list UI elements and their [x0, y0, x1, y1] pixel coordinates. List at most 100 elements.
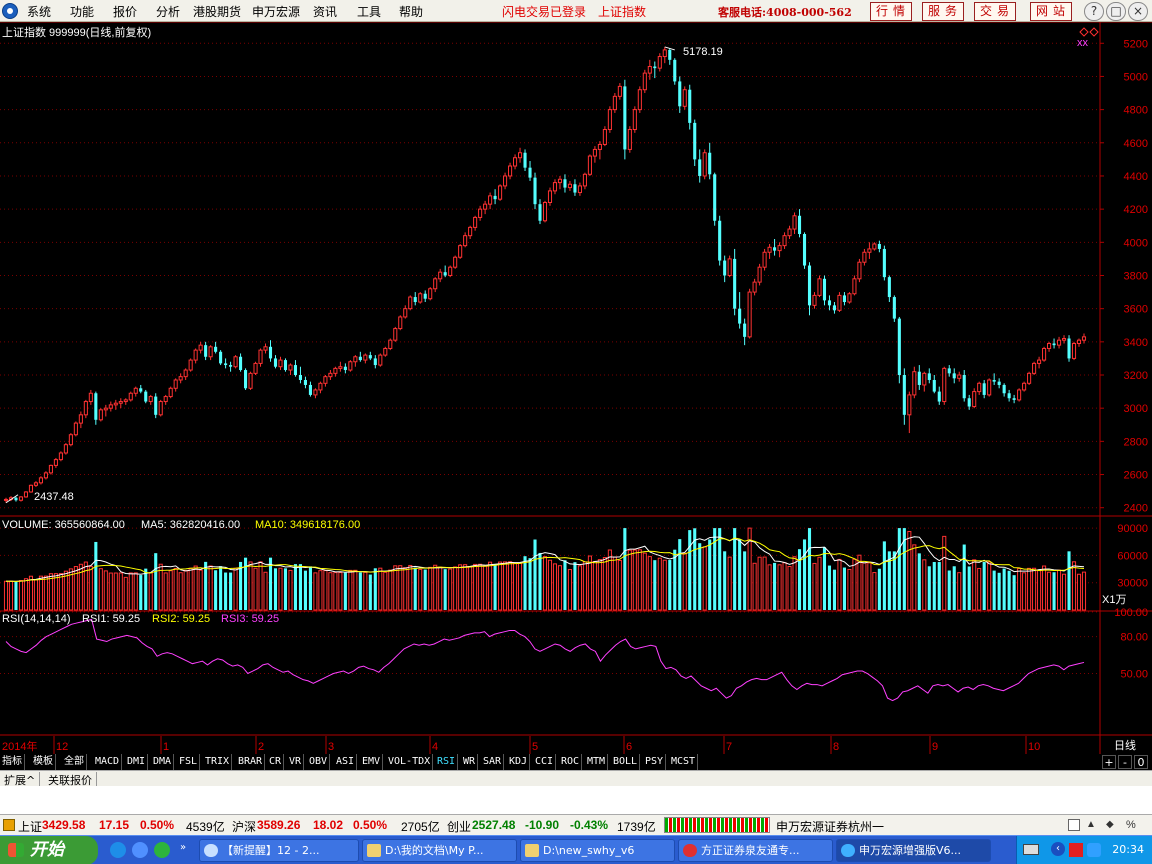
tab-vr[interactable]: VR [287, 754, 305, 770]
quicklaunch-expand-icon[interactable]: » [180, 842, 186, 853]
candle-body [538, 204, 542, 221]
tab-mcst[interactable]: MCST [669, 754, 699, 770]
reset-indicator-button[interactable]: 0 [1134, 755, 1148, 769]
volume-bar [862, 562, 867, 611]
candle-body [183, 369, 188, 378]
tab-kdj[interactable]: KDJ [507, 754, 531, 770]
tab-cci[interactable]: CCI [533, 754, 557, 770]
tab-indicators[interactable]: 指标 [0, 754, 25, 770]
menu-info[interactable]: 资讯 [313, 3, 337, 20]
current-index-notice[interactable]: 上证指数 [598, 3, 646, 20]
candle-body [782, 235, 787, 247]
menu-hk-futures[interactable]: 港股期货 [193, 3, 241, 20]
candle-body [587, 155, 592, 175]
volume-bar [657, 557, 662, 611]
taskbar-item-mydocs[interactable]: D:\我的文档\My P... [362, 839, 517, 862]
candle-body [743, 323, 747, 337]
volume-bar [552, 563, 558, 611]
tab-emv[interactable]: EMV [360, 754, 384, 770]
tab-rsi[interactable]: RSI [435, 754, 459, 770]
tab-dmi[interactable]: DMI [125, 754, 149, 770]
keyboard-icon[interactable] [1023, 844, 1039, 855]
volume-bar [523, 556, 527, 610]
volume-bar [338, 572, 343, 611]
kline-chart[interactable]: 5200 5000 4800 4600 4400 4200 4000 3800 3600 3400… [0, 22, 1152, 754]
volume-bar [623, 528, 627, 610]
candlestick-series [3, 46, 1087, 503]
tab-vol-tdx[interactable]: VOL-TDX [386, 754, 434, 770]
tab-all[interactable]: 全部 [62, 754, 87, 770]
start-button[interactable]: 开始 [0, 836, 98, 864]
candle-body [542, 202, 548, 222]
candle-body [922, 372, 927, 386]
service-button[interactable]: 服务 [922, 2, 964, 21]
add-indicator-button[interactable]: + [1102, 755, 1116, 769]
trade-button[interactable]: 交易 [974, 2, 1016, 21]
candle-body [607, 109, 612, 131]
network-icon[interactable] [1087, 843, 1101, 857]
service-hotline: 客服电话:4008-000-562 [718, 6, 852, 19]
volume-bar [1002, 568, 1006, 610]
candle-body [817, 278, 822, 296]
tab-trix[interactable]: TRIX [203, 754, 233, 770]
market-button[interactable]: 行情 [870, 2, 912, 21]
taskbar-item-reminder[interactable]: 【新提醒】12 - 2... [199, 839, 359, 862]
tab-templates[interactable]: 模板 [31, 754, 56, 770]
period-label[interactable]: 日线 [1114, 738, 1136, 752]
speaker-icon[interactable]: ◆ [1106, 819, 1120, 831]
help-icon[interactable]: ? [1084, 2, 1104, 21]
date-label: 9 [932, 741, 938, 753]
candle-body [777, 245, 782, 252]
taskbar-item-founder[interactable]: 方正证券泉友通专... [678, 839, 833, 862]
tab-psy[interactable]: PSY [643, 754, 667, 770]
candle-body [298, 375, 303, 380]
menu-help[interactable]: 帮助 [399, 3, 423, 20]
volume-bar [508, 561, 513, 611]
tab-asi[interactable]: ASI [334, 754, 358, 770]
website-button[interactable]: 网站 [1030, 2, 1072, 21]
panel-toggle-icon[interactable] [1068, 819, 1080, 831]
tab-dma[interactable]: DMA [151, 754, 175, 770]
menu-tools[interactable]: 工具 [357, 3, 381, 20]
volume-bar [708, 539, 712, 610]
close-icon[interactable]: × [1128, 2, 1148, 21]
tray-expand-icon[interactable]: ‹ [1051, 842, 1065, 856]
tab-cr[interactable]: CR [267, 754, 285, 770]
candle-body [513, 157, 518, 167]
volume-bar [877, 568, 881, 610]
tab-obv[interactable]: OBV [307, 754, 331, 770]
tray-app-icon[interactable] [1069, 843, 1083, 857]
menu-swhy[interactable]: 申万宏源 [252, 3, 300, 20]
cross-marker-icon: xx [1077, 37, 1089, 49]
tab-wr[interactable]: WR [461, 754, 479, 770]
percent-icon[interactable]: % [1126, 819, 1140, 831]
taskbar-item-swhy-app[interactable]: 申万宏源增强版V6... [836, 839, 991, 862]
chart-axes: 5200 5000 4800 4600 4400 4200 4000 3800 3600 3400… [2, 27, 1148, 754]
browser-icon[interactable] [132, 842, 148, 858]
tab-roc[interactable]: ROC [559, 754, 583, 770]
restore-icon[interactable]: □ [1106, 2, 1126, 21]
ie-icon[interactable] [110, 842, 126, 858]
tab-macd[interactable]: MACD [93, 754, 123, 770]
menu-system[interactable]: 系统 [27, 3, 51, 20]
remove-indicator-button[interactable]: - [1118, 755, 1132, 769]
candle-body [1022, 382, 1027, 391]
menu-function[interactable]: 功能 [70, 3, 94, 20]
clock[interactable]: 20:34 [1112, 843, 1144, 856]
tab-brar[interactable]: BRAR [236, 754, 266, 770]
tab-sar[interactable]: SAR [481, 754, 505, 770]
tab-mtm[interactable]: MTM [585, 754, 609, 770]
taskbar-item-swhy-folder[interactable]: D:\new_swhy_v6 [520, 839, 675, 862]
menu-quote[interactable]: 报价 [113, 3, 137, 20]
volume-bar [393, 565, 398, 611]
chrome-icon[interactable] [154, 842, 170, 858]
tab-boll[interactable]: BOLL [611, 754, 641, 770]
tab-fsl[interactable]: FSL [177, 754, 201, 770]
candle-body [253, 362, 258, 374]
volume-bar [43, 575, 48, 611]
menu-analysis[interactable]: 分析 [156, 3, 180, 20]
trade-login-notice[interactable]: 闪电交易已登录 [502, 3, 586, 20]
sh-label: 上证 [18, 820, 43, 834]
chart-area[interactable]: 5200 5000 4800 4600 4400 4200 4000 3800 3600 3400… [0, 22, 1152, 754]
market-icon [3, 819, 15, 831]
